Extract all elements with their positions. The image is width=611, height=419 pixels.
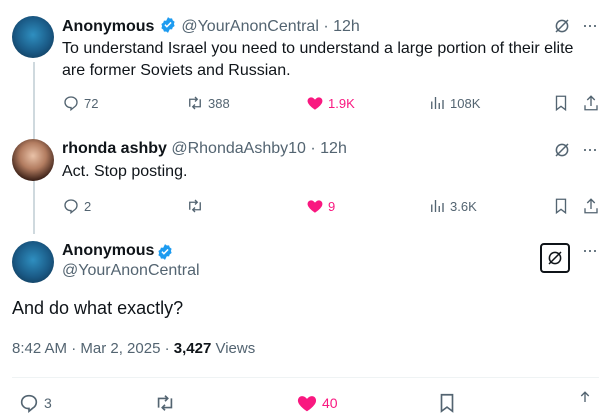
grok-icon[interactable] [553,17,571,40]
author-name[interactable]: rhonda ashby [62,140,167,157]
more-options-icon[interactable]: ··· [582,139,598,160]
like-button[interactable]: 1.9K [306,94,355,112]
avatar[interactable] [12,241,54,283]
analytics-icon [428,94,446,112]
retweet-icon[interactable] [154,392,176,419]
reply-count: 3 [44,395,52,411]
reply-button[interactable]: 2 [62,197,91,215]
divider [12,377,599,378]
reply-button[interactable]: 72 [62,94,98,112]
author-handle[interactable]: @RhondaAshby10 [171,140,306,157]
share-icon[interactable] [576,390,594,413]
post-timestamp[interactable]: 8:42 AM · Mar 2, 2025 · [12,340,174,357]
author-name[interactable]: Anonymous [62,18,154,35]
tweet-text: And do what exactly? [12,298,184,318]
reply-icon [18,392,40,414]
analytics-icon [428,197,446,215]
tweet-text: Act. Stop posting. [62,163,188,180]
reply-button[interactable]: 3 [18,392,52,414]
like-button[interactable]: 9 [306,197,335,215]
heart-icon [306,94,324,112]
reply-count: 2 [84,198,92,214]
views-count: 3,427 [173,340,212,357]
share-icon[interactable] [582,94,600,117]
retweet-button[interactable]: 388 [186,94,230,112]
tweet-text: To understand Israel you need to underst… [62,40,574,79]
grok-icon [548,251,562,265]
bookmark-icon[interactable] [552,197,570,220]
author-handle[interactable]: @YourAnonCentral [62,262,200,280]
grok-icon[interactable] [553,141,571,164]
views-count: 108K [450,95,481,111]
tweet-header: Anonymous @YourAnonCentral · 12h [62,16,360,36]
separator: · [323,18,329,35]
timestamp[interactable]: 12h [320,140,347,157]
more-options-icon[interactable]: ··· [582,240,598,261]
like-count: 40 [322,395,338,411]
separator: · [310,140,316,157]
views-count: 3.6K [450,198,477,214]
bookmark-icon[interactable] [552,94,570,117]
timestamp[interactable]: 12h [333,18,360,35]
like-count: 1.9K [328,95,355,111]
like-count: 9 [328,198,336,214]
heart-icon [296,392,318,414]
tweet-header: rhonda ashby @RhondaAshby10 · 12h [62,140,347,158]
avatar[interactable] [12,16,54,58]
author-name[interactable]: Anonymous [62,242,154,260]
retweet-icon [186,197,204,215]
views-label: Views [211,340,256,357]
reply-icon [62,94,80,112]
more-options-icon[interactable]: ··· [582,15,598,36]
like-button[interactable]: 40 [296,392,338,414]
retweet-icon [186,94,204,112]
retweet-button[interactable] [186,197,204,215]
avatar[interactable] [12,139,54,181]
grok-button[interactable] [540,243,570,273]
author-handle[interactable]: @YourAnonCentral [181,18,319,35]
reply-count: 72 [84,95,99,111]
heart-icon [306,197,324,215]
retweet-count: 388 [208,95,230,111]
verified-badge-icon [159,16,177,34]
reply-icon [62,197,80,215]
share-icon[interactable] [582,197,600,220]
bookmark-icon[interactable] [436,392,458,419]
views-button[interactable]: 108K [428,94,480,112]
views-button[interactable]: 3.6K [428,197,477,215]
tweet-meta: 8:42 AM · Mar 2, 2025 · 3,427 Views [12,340,255,357]
